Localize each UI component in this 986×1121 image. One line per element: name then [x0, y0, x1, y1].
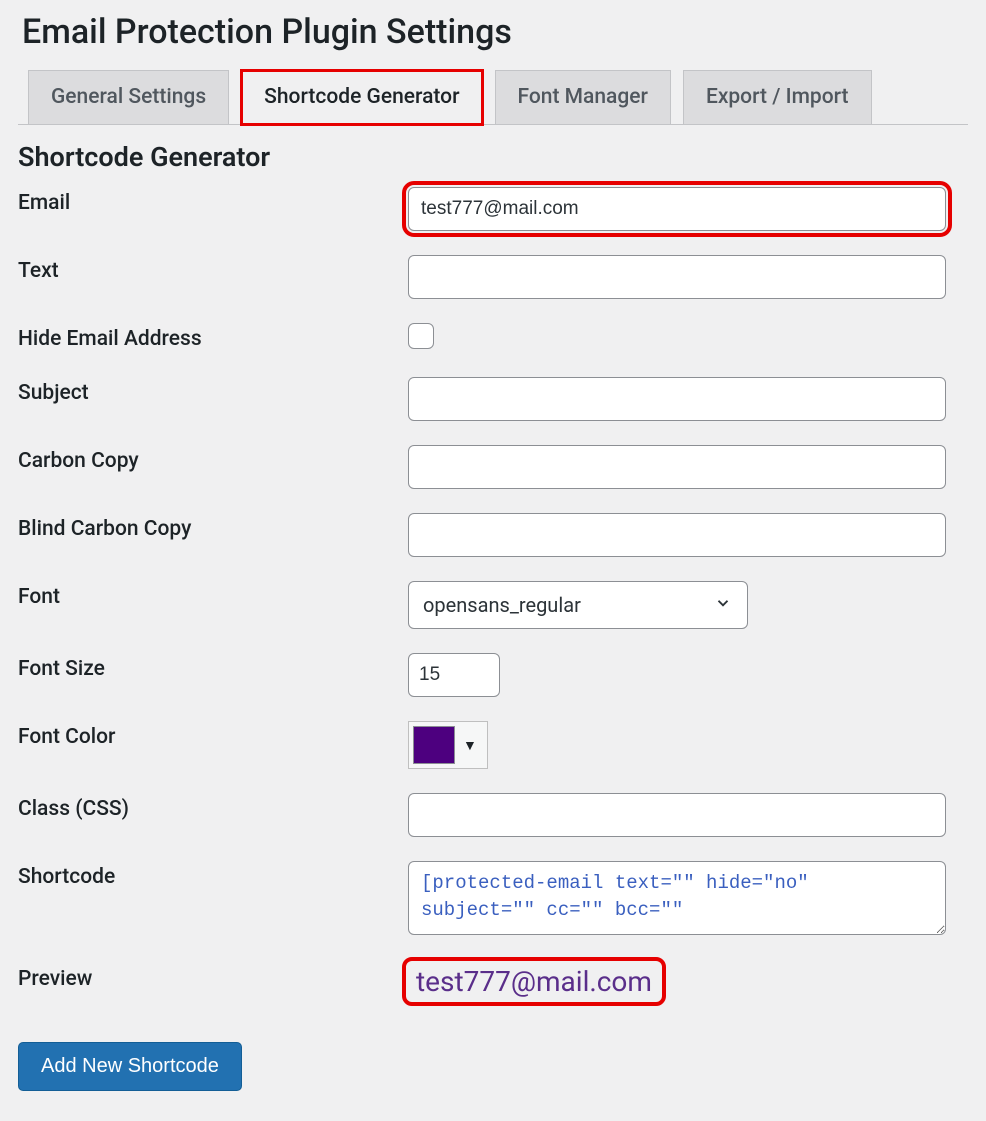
preview-output: test777@mail.com: [408, 963, 660, 1000]
tab-general-settings[interactable]: General Settings: [28, 70, 229, 124]
css-class-input[interactable]: [408, 793, 946, 837]
text-input[interactable]: [408, 255, 946, 299]
css-class-label: Class (CSS): [18, 793, 408, 821]
hide-email-label: Hide Email Address: [18, 323, 408, 351]
section-title: Shortcode Generator: [18, 141, 968, 173]
font-color-label: Font Color: [18, 721, 408, 749]
shortcode-label: Shortcode: [18, 861, 408, 889]
email-label: Email: [18, 187, 408, 215]
hide-email-checkbox[interactable]: [408, 323, 434, 349]
cc-label: Carbon Copy: [18, 445, 408, 473]
tab-font-manager[interactable]: Font Manager: [495, 70, 671, 124]
tab-export-import[interactable]: Export / Import: [683, 70, 872, 124]
subject-input[interactable]: [408, 377, 946, 421]
add-new-shortcode-button[interactable]: Add New Shortcode: [18, 1042, 242, 1091]
font-label: Font: [18, 581, 408, 609]
bcc-input[interactable]: [408, 513, 946, 557]
text-label: Text: [18, 255, 408, 283]
tabs-nav: General Settings Shortcode Generator Fon…: [18, 70, 968, 125]
subject-label: Subject: [18, 377, 408, 405]
font-select-value: opensans_regular: [423, 593, 581, 617]
color-swatch: [413, 726, 455, 764]
bcc-label: Blind Carbon Copy: [18, 513, 408, 541]
shortcode-textarea[interactable]: [408, 861, 946, 935]
font-select[interactable]: opensans_regular: [408, 581, 748, 629]
cc-input[interactable]: [408, 445, 946, 489]
font-size-label: Font Size: [18, 653, 408, 681]
font-size-input[interactable]: [408, 653, 500, 697]
tab-shortcode-generator[interactable]: Shortcode Generator: [241, 70, 482, 125]
dropdown-triangle-icon: ▼: [463, 737, 477, 754]
font-color-picker[interactable]: ▼: [408, 721, 488, 769]
page-title: Email Protection Plugin Settings: [18, 12, 968, 52]
preview-label: Preview: [18, 963, 408, 991]
email-input[interactable]: [408, 187, 946, 231]
